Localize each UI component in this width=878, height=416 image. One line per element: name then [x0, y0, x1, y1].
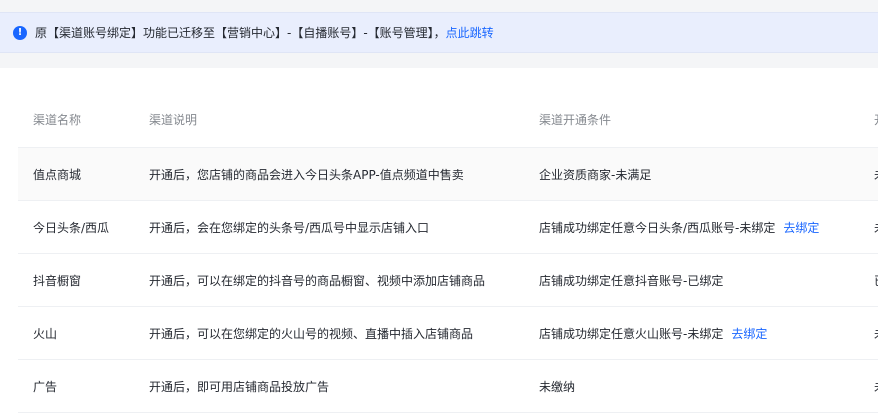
header-channel-condition: 渠道开通条件: [539, 113, 612, 127]
channel-status: 未: [874, 219, 878, 236]
table-row: 今日头条/西瓜 开通后，会在您绑定的头条号/西瓜号中显示店铺入口 店铺成功绑定任…: [18, 201, 878, 254]
channel-condition: 店铺成功绑定任意抖音账号-已绑定: [539, 273, 724, 288]
channel-desc: 开通后，可以在绑定的抖音号的商品橱窗、视频中添加店铺商品: [149, 273, 486, 288]
notice-jump-link[interactable]: 点此跳转: [446, 24, 494, 41]
channel-table-panel: 渠道名称 渠道说明 渠道开通条件 开 值点商城 开通后，您店铺的商品会进入今日头…: [0, 68, 878, 416]
table-row: 火山 开通后，可以在您绑定的火山号的视频、直播中插入店铺商品 店铺成功绑定任意火…: [18, 307, 878, 360]
channel-condition: 店铺成功绑定任意今日头条/西瓜账号-未绑定 去绑定: [539, 220, 820, 235]
go-bind-link[interactable]: 去绑定: [731, 327, 767, 341]
channel-status: 已: [874, 272, 878, 289]
table-row: 抖音橱窗 开通后，可以在绑定的抖音号的商品橱窗、视频中添加店铺商品 店铺成功绑定…: [18, 254, 878, 307]
channel-condition: 企业资质商家-未满足: [539, 167, 652, 182]
channel-name: 抖音橱窗: [33, 273, 82, 288]
channel-desc: 开通后，会在您绑定的头条号/西瓜号中显示店铺入口: [149, 220, 430, 235]
channel-name: 火山: [33, 326, 58, 341]
channel-name: 值点商城: [33, 167, 82, 182]
go-bind-link[interactable]: 去绑定: [783, 221, 819, 235]
channel-status: 未: [874, 166, 878, 183]
table-header: 渠道名称 渠道说明 渠道开通条件 开: [18, 92, 878, 148]
header-channel-status: 开: [874, 111, 878, 128]
channel-condition: 店铺成功绑定任意火山账号-未绑定 去绑定: [539, 326, 768, 341]
exclamation-circle-icon: !: [13, 25, 27, 40]
channel-desc: 开通后，您店铺的商品会进入今日头条APP-值点频道中售卖: [149, 167, 464, 182]
table-row: 广告 开通后，即可用店铺商品投放广告 未缴纳 未: [18, 360, 878, 413]
channel-condition: 未缴纳: [539, 379, 576, 394]
header-channel-name: 渠道名称: [33, 113, 82, 127]
channel-status: 未: [874, 378, 878, 395]
channel-name: 今日头条/西瓜: [33, 220, 110, 235]
migration-notice-banner: ! 原【渠道账号绑定】功能已迁移至【营销中心】-【自播账号】-【账号管理】， 点…: [0, 12, 878, 53]
header-channel-desc: 渠道说明: [149, 113, 198, 127]
channel-desc: 开通后，可以在您绑定的火山号的视频、直播中插入店铺商品: [149, 326, 474, 341]
channel-name: 广告: [33, 379, 58, 394]
channel-status: 未: [874, 325, 878, 342]
channel-desc: 开通后，即可用店铺商品投放广告: [149, 379, 330, 394]
notice-text: 原【渠道账号绑定】功能已迁移至【营销中心】-【自播账号】-【账号管理】，: [35, 26, 446, 40]
table-row: 值点商城 开通后，您店铺的商品会进入今日头条APP-值点频道中售卖 企业资质商家…: [18, 148, 878, 201]
